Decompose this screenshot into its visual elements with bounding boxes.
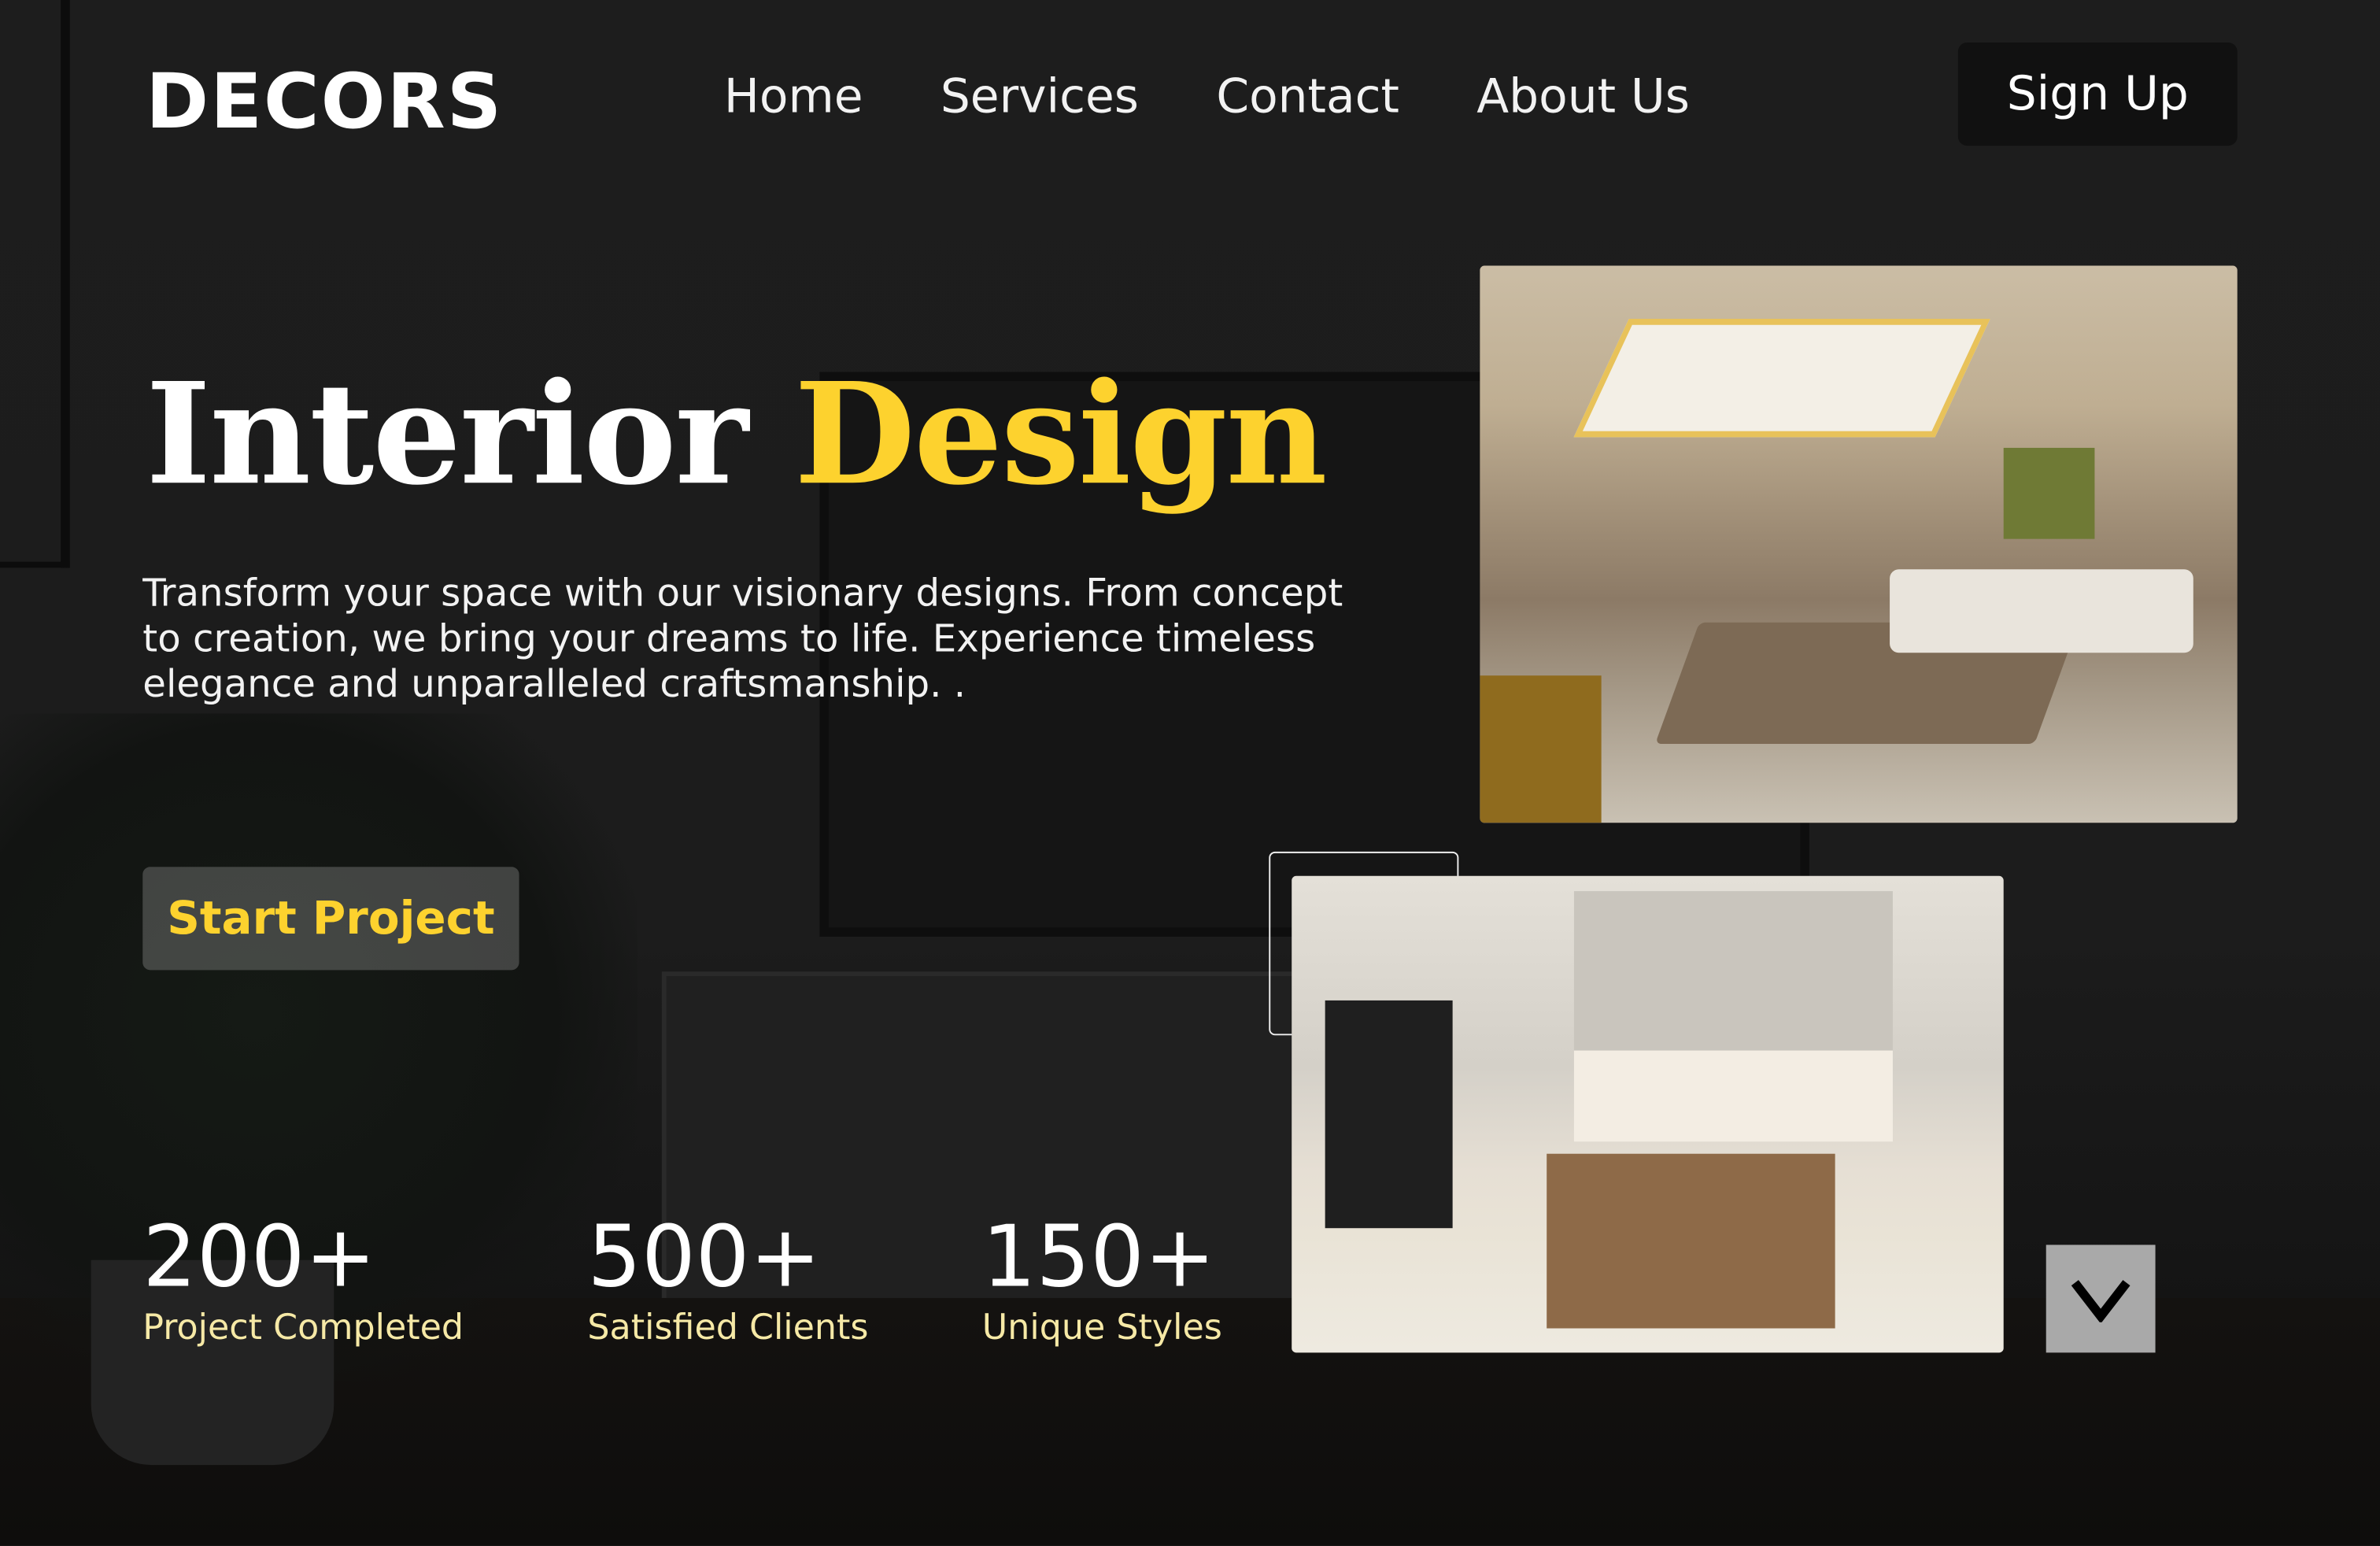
start-project-button[interactable]: Start Project [142, 867, 519, 971]
stat-label: Project Completed [142, 1308, 464, 1348]
stat-label: Satisfied Clients [587, 1308, 869, 1348]
landing-page: DECORS Home Services Contact About Us Si… [0, 0, 2380, 1546]
scroll-down-button[interactable] [2046, 1245, 2156, 1353]
stat-clients: 500+ Satisfied Clients [587, 1211, 868, 1348]
title-accent: Design [794, 352, 1327, 516]
living-room-image [1480, 265, 2238, 823]
main-nav: Home Services Contact About Us [724, 70, 1767, 124]
stat-value: 200+ [142, 1208, 376, 1307]
chevron-down-icon [2071, 1279, 2131, 1322]
nav-about-us[interactable]: About Us [1476, 70, 1690, 124]
logo[interactable]: DECORS [146, 57, 503, 146]
nav-services[interactable]: Services [941, 70, 1139, 124]
title-white: Interior [146, 352, 748, 516]
stat-value: 150+ [981, 1208, 1216, 1307]
stat-value: 500+ [587, 1208, 821, 1307]
stat-styles: 150+ Unique Styles [982, 1211, 1222, 1348]
nav-home[interactable]: Home [724, 70, 863, 124]
hero-description: Transform your space with our visionary … [142, 571, 1343, 706]
stat-projects: 200+ Project Completed [142, 1211, 464, 1348]
page-title: Interior Design [146, 352, 1327, 516]
sign-up-button[interactable]: Sign Up [1957, 42, 2238, 146]
nav-contact[interactable]: Contact [1216, 70, 1399, 124]
kitchen-image [1292, 875, 2004, 1353]
background-picture-frame [0, 0, 70, 568]
stat-label: Unique Styles [981, 1308, 1222, 1348]
